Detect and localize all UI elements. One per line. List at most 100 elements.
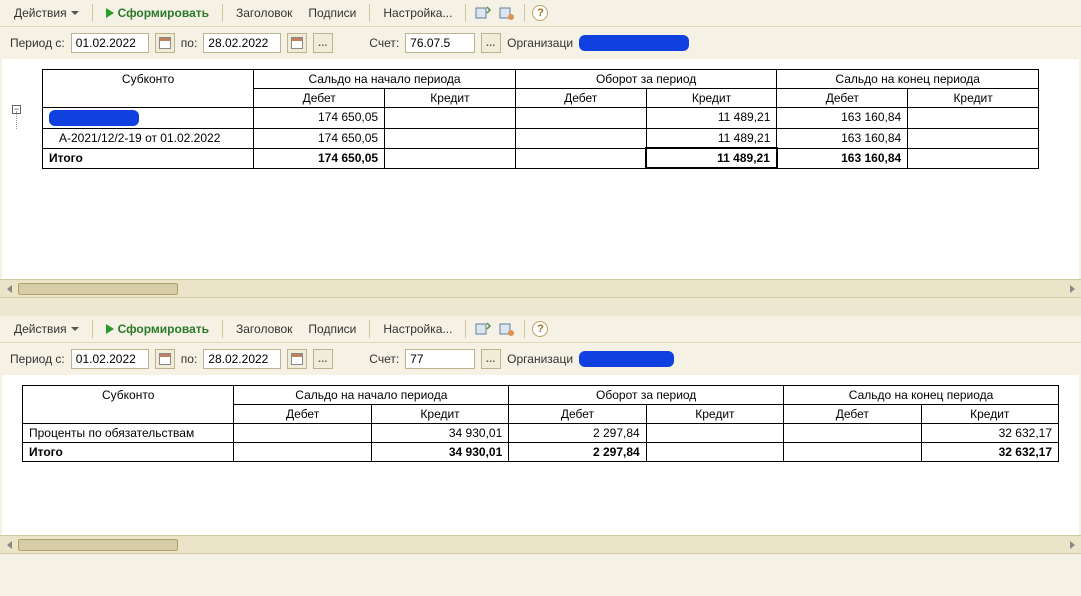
cell-value[interactable] xyxy=(908,129,1039,149)
account-picker-button[interactable]: … xyxy=(481,33,501,53)
col-credit: Кредит xyxy=(371,405,508,424)
date-to-input[interactable] xyxy=(203,349,281,369)
help-icon[interactable]: ? xyxy=(532,5,548,21)
total-label[interactable]: Итого xyxy=(43,148,254,168)
period-picker-button[interactable]: … xyxy=(313,33,333,53)
actions-menu[interactable]: Действия xyxy=(8,320,85,338)
cell-name[interactable]: Проценты по обязательствам xyxy=(23,424,234,443)
params-bar-top: Период с: по: … Счет: … Организаци xyxy=(0,27,1081,59)
cell-value[interactable]: 163 160,84 xyxy=(777,129,908,149)
scroll-left-button[interactable] xyxy=(0,281,18,297)
triangle-right-icon xyxy=(1070,541,1075,549)
cell-value[interactable] xyxy=(385,108,516,129)
scroll-track[interactable] xyxy=(18,538,1063,552)
help-icon[interactable]: ? xyxy=(532,321,548,337)
separator xyxy=(92,4,93,22)
triangle-left-icon xyxy=(7,285,12,293)
cell-value[interactable]: 163 160,84 xyxy=(777,148,908,168)
cal-from-button[interactable] xyxy=(155,33,175,53)
scroll-thumb[interactable] xyxy=(18,539,178,551)
cal-from-button[interactable] xyxy=(155,349,175,369)
cell-value[interactable]: 163 160,84 xyxy=(777,108,908,129)
cell-value[interactable]: 34 930,01 xyxy=(371,424,508,443)
table-total-row: Итого 34 930,01 2 297,84 32 632,17 xyxy=(23,443,1059,462)
col-end: Сальдо на конец периода xyxy=(784,386,1059,405)
cell-value[interactable]: 32 632,17 xyxy=(921,424,1058,443)
account-input[interactable] xyxy=(405,349,475,369)
cell-value[interactable] xyxy=(234,443,371,462)
scroll-left-button[interactable] xyxy=(0,537,18,553)
cell-value[interactable]: 11 489,21 xyxy=(646,129,777,149)
cell-value[interactable] xyxy=(908,148,1039,168)
toolbar-bottom: Действия Сформировать Заголовок Подписи … xyxy=(0,316,1081,343)
cal-to-button[interactable] xyxy=(287,33,307,53)
restore-layout-icon[interactable] xyxy=(473,4,493,22)
scroll-right-button[interactable] xyxy=(1063,281,1081,297)
actions-label: Действия xyxy=(14,6,67,20)
cell-value[interactable] xyxy=(908,108,1039,129)
cell-value[interactable]: 174 650,05 xyxy=(254,148,385,168)
hscrollbar-bottom[interactable] xyxy=(0,535,1081,553)
cell-value[interactable]: 174 650,05 xyxy=(254,108,385,129)
dropdown-icon xyxy=(71,11,79,15)
date-from-input[interactable] xyxy=(71,33,149,53)
cell-value[interactable] xyxy=(385,148,516,168)
header-button[interactable]: Заголовок xyxy=(230,4,298,22)
scroll-track[interactable] xyxy=(18,282,1063,296)
report-table-top: Субконто Сальдо на начало периода Оборот… xyxy=(42,69,1039,169)
cal-to-button[interactable] xyxy=(287,349,307,369)
signatures-button[interactable]: Подписи xyxy=(302,4,362,22)
separator xyxy=(465,4,466,22)
save-layout-icon[interactable] xyxy=(497,320,517,338)
cell-value[interactable] xyxy=(234,424,371,443)
cell-value[interactable] xyxy=(784,443,921,462)
cell-value[interactable]: 2 297,84 xyxy=(509,443,646,462)
cell-value[interactable]: 34 930,01 xyxy=(371,443,508,462)
generate-button[interactable]: Сформировать xyxy=(100,4,215,22)
col-turn: Оборот за период xyxy=(515,70,777,89)
table-row: 174 650,05 11 489,21 163 160,84 xyxy=(43,108,1039,129)
total-label[interactable]: Итого xyxy=(23,443,234,462)
redacted-org xyxy=(579,351,674,367)
generate-button[interactable]: Сформировать xyxy=(100,320,215,338)
date-to-input[interactable] xyxy=(203,33,281,53)
settings-button[interactable]: Настройка... xyxy=(377,320,458,338)
col-credit: Кредит xyxy=(921,405,1058,424)
cell-value[interactable] xyxy=(784,424,921,443)
cell-value[interactable] xyxy=(646,424,783,443)
cell-value[interactable] xyxy=(385,129,516,149)
panel-top: Действия Сформировать Заголовок Подписи … xyxy=(0,0,1081,298)
date-from-input[interactable] xyxy=(71,349,149,369)
cell-name[interactable]: А-2021/12/2-19 от 01.02.2022 xyxy=(43,129,254,149)
table-row: А-2021/12/2-19 от 01.02.2022 174 650,05 … xyxy=(43,129,1039,149)
scroll-right-button[interactable] xyxy=(1063,537,1081,553)
account-input[interactable] xyxy=(405,33,475,53)
hscrollbar-top[interactable] xyxy=(0,279,1081,297)
actions-menu[interactable]: Действия xyxy=(8,4,85,22)
cell-value[interactable]: 11 489,21 xyxy=(646,108,777,129)
period-picker-button[interactable]: … xyxy=(313,349,333,369)
settings-button[interactable]: Настройка... xyxy=(377,4,458,22)
col-credit: Кредит xyxy=(385,89,516,108)
cell-name[interactable] xyxy=(43,108,254,129)
generate-label: Сформировать xyxy=(118,322,209,336)
cell-value[interactable]: 174 650,05 xyxy=(254,129,385,149)
cell-value[interactable]: 32 632,17 xyxy=(921,443,1058,462)
scroll-thumb[interactable] xyxy=(18,283,178,295)
cell-value[interactable]: 2 297,84 xyxy=(509,424,646,443)
signatures-button[interactable]: Подписи xyxy=(302,320,362,338)
table-row: Проценты по обязательствам 34 930,01 2 2… xyxy=(23,424,1059,443)
separator xyxy=(92,320,93,338)
cell-value[interactable] xyxy=(515,148,646,168)
save-layout-icon[interactable] xyxy=(497,4,517,22)
play-icon xyxy=(106,324,114,334)
account-picker-button[interactable]: … xyxy=(481,349,501,369)
restore-layout-icon[interactable] xyxy=(473,320,493,338)
header-button[interactable]: Заголовок xyxy=(230,320,298,338)
col-subkonto: Субконто xyxy=(23,386,234,424)
cell-value[interactable]: 11 489,21 xyxy=(646,148,777,168)
col-credit: Кредит xyxy=(646,405,783,424)
cell-value[interactable] xyxy=(515,108,646,129)
cell-value[interactable] xyxy=(646,443,783,462)
cell-value[interactable] xyxy=(515,129,646,149)
